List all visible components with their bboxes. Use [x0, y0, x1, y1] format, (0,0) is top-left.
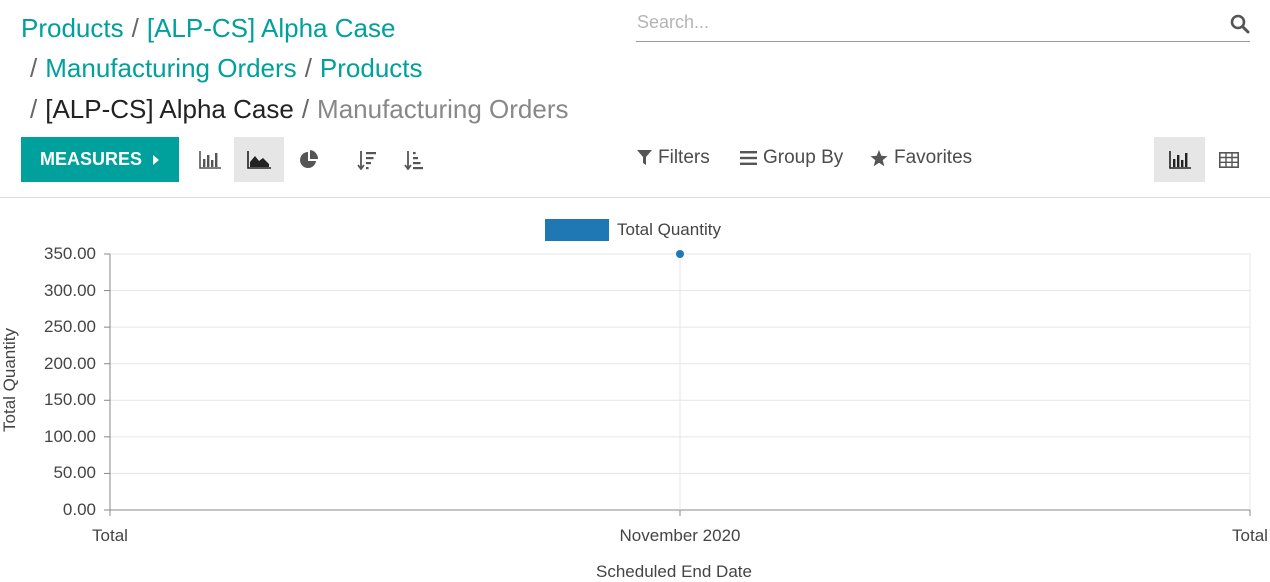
y-tick-label: 200.00 — [44, 353, 96, 373]
x-axis-label: Scheduled End Date — [596, 562, 752, 581]
x-tick-label: Total — [1232, 526, 1268, 545]
y-tick-label: 50.00 — [53, 463, 96, 483]
y-tick-label: 100.00 — [44, 426, 96, 446]
y-axis-label: Total Quantity — [0, 328, 19, 432]
y-tick-label: 250.00 — [44, 317, 96, 337]
y-tick-label: 350.00 — [44, 244, 96, 263]
data-point[interactable] — [676, 250, 684, 258]
x-tick-label: Total — [92, 526, 128, 545]
y-tick-label: 150.00 — [44, 390, 96, 410]
x-tick-label: November 2020 — [619, 526, 741, 545]
line-chart — [104, 250, 1251, 516]
y-tick-label: 300.00 — [44, 280, 96, 300]
y-tick-label: 0.00 — [62, 500, 96, 519]
